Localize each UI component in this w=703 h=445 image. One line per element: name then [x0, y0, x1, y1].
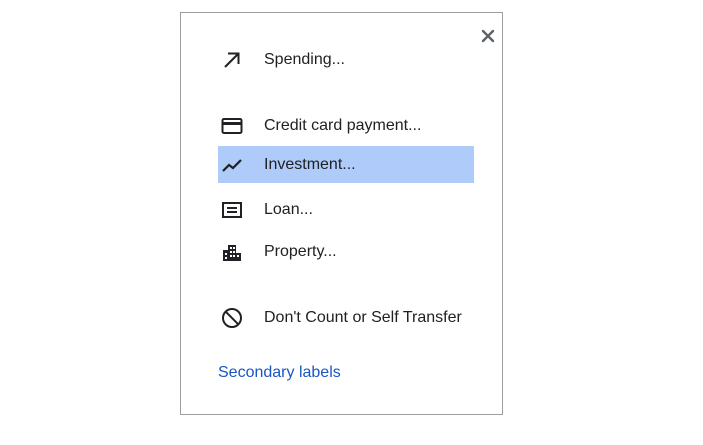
menu-item-credit-card-payment[interactable]: Credit card payment... [218, 107, 474, 144]
menu-item-dont-count[interactable]: Don't Count or Self Transfer [218, 299, 488, 336]
menu-item-label: Loan... [264, 200, 313, 218]
menu-item-label: Don't Count or Self Transfer [264, 308, 462, 326]
menu-item-label: Spending... [264, 50, 345, 68]
secondary-labels-link[interactable]: Secondary labels [218, 364, 341, 382]
trending-up-icon [219, 152, 245, 178]
menu-item-label: Investment... [264, 155, 356, 173]
close-icon[interactable] [479, 27, 497, 45]
credit-card-icon [219, 113, 245, 139]
menu-item-loan[interactable]: Loan... [218, 191, 474, 228]
category-menu: Spending... Credit card payment... Inves… [180, 12, 503, 415]
menu-item-spending[interactable]: Spending... [218, 41, 474, 78]
menu-item-property[interactable]: Property... [218, 233, 474, 270]
block-icon [219, 305, 245, 331]
menu-item-label: Credit card payment... [264, 116, 422, 134]
loan-document-icon [219, 197, 245, 223]
menu-item-label: Property... [264, 242, 337, 260]
menu-item-investment[interactable]: Investment... [218, 146, 474, 183]
building-icon [219, 239, 245, 265]
arrow-up-right-icon [219, 47, 245, 73]
page: Spending... Credit card payment... Inves… [0, 0, 703, 445]
